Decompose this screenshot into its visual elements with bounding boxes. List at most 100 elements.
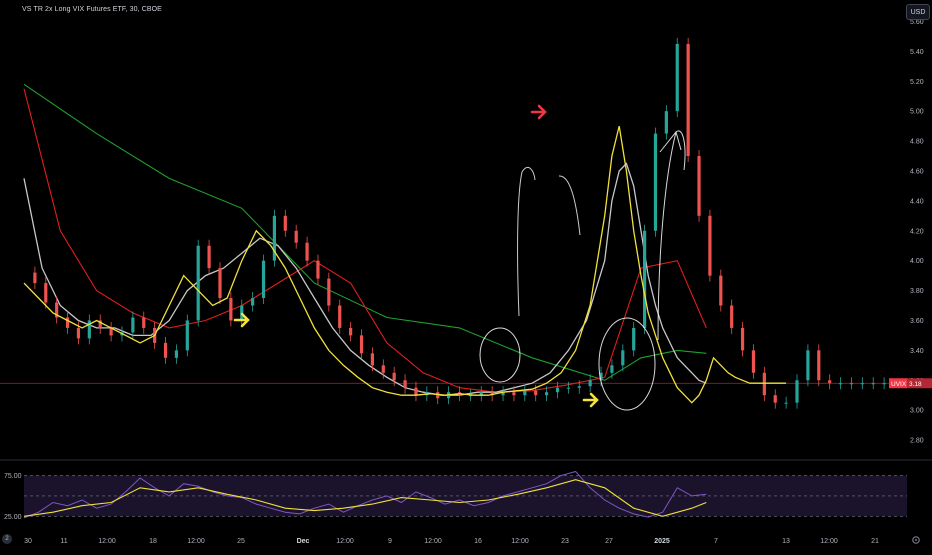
annotation-up-arrow bbox=[657, 130, 686, 341]
candle-body bbox=[33, 272, 37, 284]
candle-body bbox=[751, 350, 756, 373]
price-axis-tick-label: 4.60 bbox=[910, 168, 924, 175]
candle-body bbox=[251, 298, 255, 306]
candle-body bbox=[523, 390, 527, 396]
time-axis-tick-label: 12:00 bbox=[98, 538, 116, 545]
symbol-title: VS TR 2x Long VIX Futures ETF, 30, CBOE bbox=[22, 6, 162, 13]
candle-body bbox=[512, 392, 516, 396]
time-axis-tick-label: 11 bbox=[60, 538, 67, 545]
time-axis-tick-label: 12:00 bbox=[187, 538, 205, 545]
candle-body bbox=[730, 305, 734, 328]
candle-body bbox=[871, 383, 875, 385]
time-axis-tick-label: 30 bbox=[24, 538, 32, 545]
price-axis-tick-label: 4.00 bbox=[910, 258, 924, 265]
candle-body bbox=[283, 215, 287, 231]
ma-red-line bbox=[23, 88, 707, 393]
candle-body bbox=[76, 327, 81, 339]
time-axis-tick-label: Dec bbox=[297, 538, 310, 545]
candle-body bbox=[806, 350, 810, 381]
candle-body bbox=[817, 350, 821, 381]
candle-body bbox=[196, 245, 200, 321]
candle-body bbox=[849, 383, 854, 385]
price-axis-tick-label: 4.40 bbox=[910, 198, 924, 205]
candle-body bbox=[305, 242, 309, 261]
time-axis-tick-label: 2025 bbox=[654, 538, 670, 545]
candle-body bbox=[882, 383, 886, 385]
candle-body bbox=[229, 298, 233, 321]
candle-body bbox=[632, 327, 636, 351]
candle-body bbox=[642, 230, 647, 328]
gear-icon[interactable] bbox=[910, 534, 922, 546]
candle-body bbox=[675, 43, 679, 112]
time-axis-tick-label: 23 bbox=[561, 538, 569, 545]
candle-body bbox=[555, 387, 560, 393]
rsi-axis-tick-label: 25.00 bbox=[4, 514, 22, 521]
candle-body bbox=[653, 133, 658, 231]
candle-body bbox=[588, 380, 592, 387]
last-price-value: 3.18 bbox=[909, 381, 922, 388]
chart-area[interactable]: 2.803.003.203.403.603.804.004.204.404.60… bbox=[0, 0, 932, 550]
candle-body bbox=[185, 320, 189, 351]
price-axis-tick-label: 5.60 bbox=[910, 19, 924, 26]
candle-body bbox=[142, 317, 146, 328]
time-axis-tick-label: 12:00 bbox=[336, 538, 354, 545]
time-axis-tick-label: 25 bbox=[237, 538, 245, 545]
price-axis-tick-label: 4.80 bbox=[910, 139, 924, 146]
candle-body bbox=[261, 260, 266, 299]
candle-body bbox=[621, 350, 625, 366]
annotation-circle bbox=[598, 317, 656, 411]
price-axis-tick-label: 5.20 bbox=[910, 79, 924, 86]
time-axis-tick-label: 13 bbox=[782, 538, 790, 545]
annotation-stroke bbox=[558, 175, 581, 236]
candle-body bbox=[545, 392, 549, 396]
candle-body bbox=[359, 335, 364, 354]
candle-body bbox=[534, 390, 538, 396]
candle-body bbox=[610, 365, 614, 373]
arrow-marker-icon bbox=[582, 392, 599, 408]
chart-svg: 2.803.003.203.403.603.804.004.204.404.60… bbox=[0, 19, 932, 545]
candle-body bbox=[414, 387, 418, 396]
time-axis-tick-label: 12:00 bbox=[511, 538, 529, 545]
candle-body bbox=[740, 327, 745, 351]
candle-body bbox=[294, 230, 298, 243]
price-axis-tick-label: 3.60 bbox=[910, 318, 924, 325]
annotation-circle bbox=[479, 327, 521, 383]
candle-body bbox=[218, 268, 222, 299]
last-price-symbol: UVIX bbox=[891, 381, 907, 388]
price-axis-tick-label: 5.00 bbox=[910, 109, 924, 116]
time-axis-tick-label: 12:00 bbox=[424, 538, 442, 545]
time-axis-tick-label: 12:00 bbox=[820, 538, 838, 545]
candle-body bbox=[44, 283, 48, 303]
price-axis-tick-label: 3.40 bbox=[910, 348, 924, 355]
candle-body bbox=[327, 278, 331, 306]
candle-body bbox=[860, 383, 864, 385]
arrow-marker-icon bbox=[530, 104, 547, 120]
time-axis-tick-label: 7 bbox=[714, 538, 718, 545]
price-axis-tick-label: 2.80 bbox=[910, 438, 924, 445]
candle-body bbox=[392, 372, 396, 381]
currency-button[interactable]: USD bbox=[906, 4, 930, 20]
ma-gray-line bbox=[23, 162, 707, 396]
ma-yellow-line bbox=[23, 125, 787, 404]
candle-body bbox=[65, 317, 70, 328]
candle-body bbox=[370, 353, 374, 366]
candle-body bbox=[719, 275, 723, 306]
time-axis-tick-label: 21 bbox=[871, 538, 879, 545]
time-axis-tick-label: 18 bbox=[149, 538, 157, 545]
time-axis-tick-label: 16 bbox=[474, 538, 482, 545]
candle-body bbox=[349, 327, 353, 336]
candle-body bbox=[773, 395, 777, 403]
tradingview-logo-icon: 2 bbox=[2, 534, 12, 544]
rsi-axis-tick-label: 75.00 bbox=[4, 473, 22, 480]
candle-body bbox=[664, 111, 668, 134]
candle-body bbox=[174, 350, 179, 358]
candle-body bbox=[131, 317, 135, 333]
candle-body bbox=[784, 402, 788, 404]
price-axis-tick-label: 4.20 bbox=[910, 228, 924, 235]
price-axis-tick-label: 3.00 bbox=[910, 408, 924, 415]
candle-body bbox=[566, 387, 570, 389]
candle-body bbox=[708, 215, 712, 276]
candle-body bbox=[338, 305, 342, 328]
candle-body bbox=[828, 380, 832, 384]
candle-body bbox=[207, 245, 211, 269]
